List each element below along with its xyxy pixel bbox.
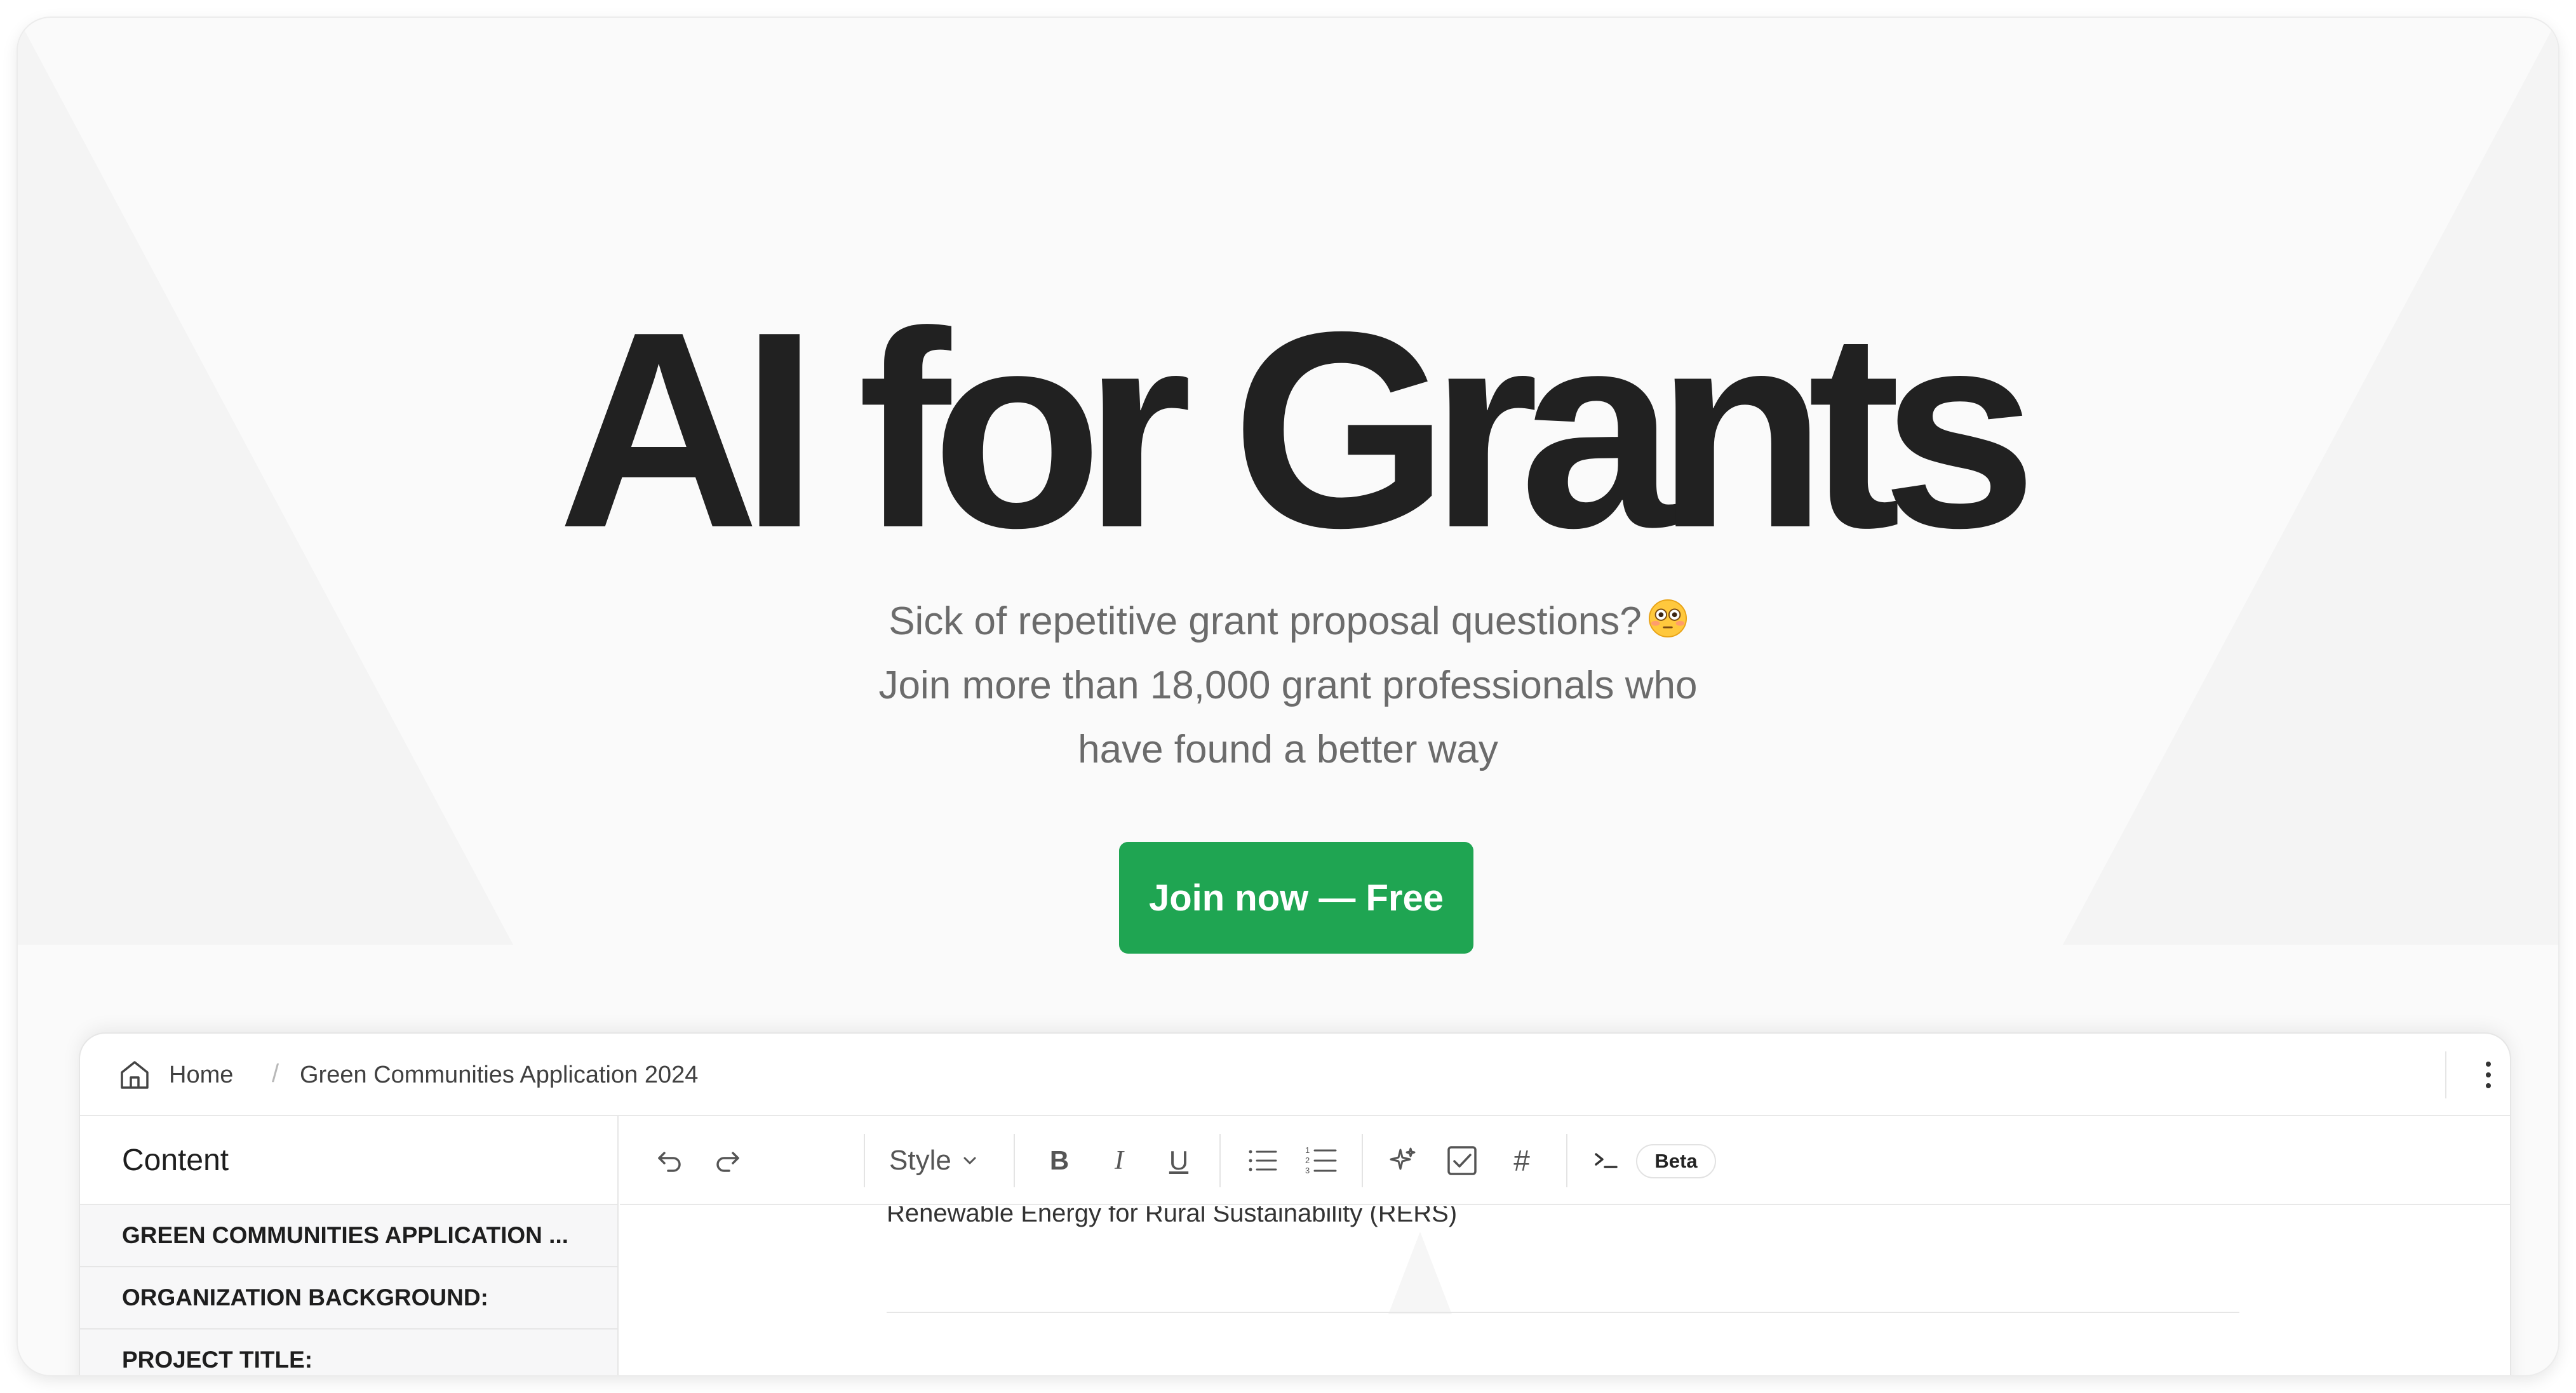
- document-text-line: Renewable Energy for Rural Sustainabilit…: [887, 1206, 1458, 1227]
- undo-icon[interactable]: [650, 1142, 688, 1180]
- style-dropdown[interactable]: Style: [889, 1142, 997, 1180]
- flushed-face-icon: [1648, 599, 1687, 638]
- terminal-icon[interactable]: [1590, 1142, 1622, 1180]
- breadcrumb-document[interactable]: Green Communities Application 2024: [300, 1059, 698, 1091]
- breadcrumb-home[interactable]: Home: [169, 1059, 233, 1091]
- italic-icon[interactable]: I: [1100, 1142, 1138, 1180]
- beta-badge: Beta: [1636, 1144, 1716, 1178]
- toolbar-separator: [1219, 1134, 1221, 1187]
- content-sidebar: Content GREEN COMMUNITIES APPLICATION ..…: [80, 1116, 619, 1375]
- chevron-down-icon: [963, 1157, 976, 1164]
- editor-toolbar: Style B I U 1 2 3 # Beta: [620, 1116, 2510, 1205]
- more-options-icon[interactable]: [2469, 1053, 2507, 1097]
- sparkle-icon[interactable]: [1383, 1142, 1421, 1180]
- bulleted-list-icon[interactable]: [1244, 1142, 1282, 1180]
- bold-icon[interactable]: B: [1040, 1142, 1078, 1180]
- underline-icon[interactable]: U: [1160, 1142, 1198, 1180]
- sidebar-item-green-communities[interactable]: GREEN COMMUNITIES APPLICATION ...: [80, 1205, 617, 1267]
- toolbar-separator: [1362, 1134, 1363, 1187]
- style-dropdown-label: Style: [889, 1145, 951, 1176]
- hash-icon[interactable]: #: [1503, 1142, 1541, 1180]
- app-window: AI for Grants Sick of repetitive grant p…: [18, 18, 2558, 1375]
- svg-text:3: 3: [1305, 1166, 1310, 1175]
- editor-topbar: Home / Green Communities Application 202…: [80, 1034, 2510, 1116]
- toolbar-separator: [864, 1134, 865, 1187]
- checkbox-icon[interactable]: [1443, 1142, 1481, 1180]
- breadcrumb-separator: /: [272, 1060, 279, 1088]
- svg-text:1: 1: [1305, 1145, 1310, 1155]
- topbar-divider: [2445, 1051, 2446, 1098]
- redo-icon[interactable]: [709, 1142, 747, 1180]
- hero-subtitle-line-2: Join more than 18,000 grant professional…: [878, 663, 1698, 707]
- join-now-button[interactable]: Join now — Free: [1119, 842, 1473, 954]
- hero-subtitle: Sick of repetitive grant proposal questi…: [780, 589, 1796, 782]
- sidebar-header: Content: [80, 1116, 617, 1205]
- document-content[interactable]: Renewable Energy for Rural Sustainabilit…: [620, 1206, 2510, 1375]
- numbered-list-icon[interactable]: 1 2 3: [1302, 1142, 1340, 1180]
- svg-text:2: 2: [1305, 1156, 1310, 1165]
- sidebar-item-organization-background[interactable]: ORGANIZATION BACKGROUND:: [80, 1267, 617, 1330]
- sidebar-item-project-title[interactable]: PROJECT TITLE:: [80, 1330, 617, 1375]
- hero-subtitle-text-1: Sick of repetitive grant proposal questi…: [889, 599, 1642, 643]
- home-icon[interactable]: [117, 1057, 152, 1093]
- document-divider: [887, 1312, 2239, 1313]
- hero-subtitle-line-3: have found a better way: [1078, 728, 1498, 771]
- toolbar-separator: [1014, 1134, 1015, 1187]
- hero-title: AI for Grants: [558, 274, 2037, 586]
- hero-subtitle-line-1: Sick of repetitive grant proposal questi…: [780, 589, 1796, 653]
- editor-preview: Home / Green Communities Application 202…: [80, 1034, 2510, 1375]
- toolbar-separator: [1566, 1134, 1567, 1187]
